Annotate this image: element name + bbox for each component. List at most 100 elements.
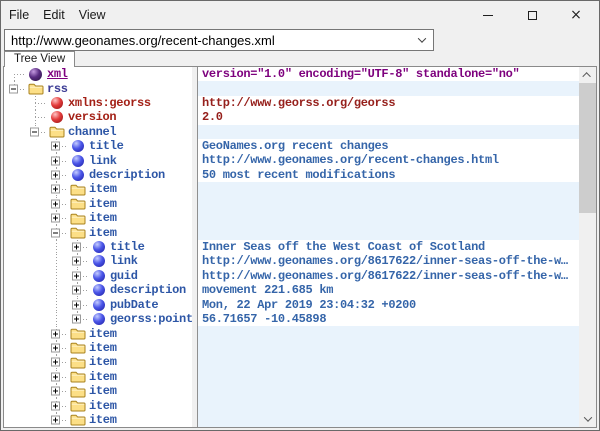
expand-toggle-plus[interactable] [72, 271, 81, 280]
expand-toggle-plus[interactable] [51, 142, 60, 151]
expand-toggle-plus[interactable] [72, 257, 81, 266]
combobox-dropdown-button[interactable] [411, 37, 433, 43]
value-row: Inner Seas off the West Coast of Scotlan… [198, 240, 579, 254]
tree-node-item[interactable]: item [4, 211, 192, 225]
expand-toggle-plus[interactable] [72, 286, 81, 295]
tree-junction [46, 225, 67, 239]
expand-toggle-plus[interactable] [51, 387, 60, 396]
tree-node-georss:point[interactable]: georss:point [4, 312, 192, 326]
tree-node-label: guid [110, 269, 138, 283]
expand-toggle-plus[interactable] [51, 343, 60, 352]
address-input[interactable] [5, 33, 411, 48]
tree-node-item[interactable]: item [4, 413, 192, 427]
tree-node-label: title [89, 139, 124, 153]
expand-toggle-plus[interactable] [51, 358, 60, 367]
menu-bar: FileEditView × [2, 2, 598, 28]
scroll-up-button[interactable] [579, 67, 596, 83]
scrollbar-thumb[interactable] [579, 83, 596, 213]
tree-node-pubDate[interactable]: pubDate [4, 298, 192, 312]
folder-icon [70, 197, 86, 210]
expand-toggle-plus[interactable] [51, 415, 60, 424]
expand-toggle-minus[interactable] [9, 84, 18, 93]
tree-node-item[interactable]: item [4, 355, 192, 369]
expand-toggle-minus[interactable] [51, 228, 60, 237]
value-row-empty [198, 370, 579, 384]
tree-node-label: item [89, 399, 117, 413]
tree-node-item[interactable]: item [4, 225, 192, 239]
expand-toggle-plus[interactable] [51, 199, 60, 208]
value-row: 50 most recent modifications [198, 168, 579, 182]
tree-node-rss[interactable]: rss [4, 81, 192, 95]
expand-toggle-plus[interactable] [51, 214, 60, 223]
tree-junction [25, 125, 46, 139]
element-ball-icon [93, 284, 105, 296]
tree-indent [4, 355, 25, 369]
tree-node-item[interactable]: item [4, 326, 192, 340]
tree-node-label: channel [68, 125, 116, 139]
tree-node-title[interactable]: title [4, 139, 192, 153]
expand-toggle-plus[interactable] [51, 329, 60, 338]
tree-node-label: link [89, 154, 117, 168]
tree-node-label: version [68, 110, 116, 124]
vertical-scrollbar[interactable] [579, 67, 596, 427]
tree-junction [25, 96, 46, 110]
expand-toggle-plus[interactable] [72, 243, 81, 252]
tree-junction [46, 413, 67, 427]
tree-indent [25, 341, 46, 355]
expand-toggle-plus[interactable] [72, 315, 81, 324]
tree-indent [25, 355, 46, 369]
value-row-empty [198, 125, 579, 139]
tree-junction [46, 211, 67, 225]
tree-node-xml[interactable]: xml [4, 67, 192, 81]
tree-indent [4, 96, 25, 110]
tree-junction [46, 182, 67, 196]
element-ball-icon [93, 270, 105, 282]
tree-node-item[interactable]: item [4, 197, 192, 211]
expand-toggle-plus[interactable] [51, 185, 60, 194]
menu-view[interactable]: View [72, 4, 113, 26]
tree-node-label: item [89, 413, 117, 427]
attribute-ball-icon [51, 97, 63, 109]
value-row: http://www.geonames.org/8617622/inner-se… [198, 254, 579, 268]
expand-toggle-plus[interactable] [72, 300, 81, 309]
tree-node-item[interactable]: item [4, 398, 192, 412]
tree-node-item[interactable]: item [4, 384, 192, 398]
tree-node-item[interactable]: item [4, 370, 192, 384]
tree-node-guid[interactable]: guid [4, 269, 192, 283]
minimize-button[interactable] [466, 2, 510, 28]
tree-node-description[interactable]: description [4, 168, 192, 182]
tree-node-link[interactable]: link [4, 254, 192, 268]
tree-node-channel[interactable]: channel [4, 125, 192, 139]
expand-toggle-plus[interactable] [51, 401, 60, 410]
tree-indent [4, 269, 25, 283]
tree-node-version[interactable]: version [4, 110, 192, 124]
address-combobox[interactable] [4, 29, 434, 51]
tree-indent [25, 197, 46, 211]
tree-node-label: georss:point [110, 312, 192, 326]
tree-node-item[interactable]: item [4, 182, 192, 196]
value-row-empty [198, 81, 579, 95]
tree-node-label: xmlns:georss [68, 96, 151, 110]
tree-node-link[interactable]: link [4, 153, 192, 167]
menu-edit[interactable]: Edit [36, 4, 72, 26]
tree-node-item[interactable]: item [4, 341, 192, 355]
expand-toggle-plus[interactable] [51, 372, 60, 381]
expand-toggle-plus[interactable] [51, 171, 60, 180]
tree-indent [25, 326, 46, 340]
tree-node-label: item [89, 341, 117, 355]
tree-node-description[interactable]: description [4, 283, 192, 297]
maximize-button[interactable] [510, 2, 554, 28]
menu-file[interactable]: File [2, 4, 36, 26]
tree-junction [46, 341, 67, 355]
tree-node-xmlns:georss[interactable]: xmlns:georss [4, 96, 192, 110]
expand-toggle-minus[interactable] [30, 127, 39, 136]
scroll-down-button[interactable] [579, 411, 596, 427]
close-button[interactable]: × [554, 2, 598, 28]
value-row-empty [198, 355, 579, 369]
tab-tree-view[interactable]: Tree View [4, 51, 75, 67]
maximize-icon [528, 11, 537, 20]
expand-toggle-plus[interactable] [51, 156, 60, 165]
value-row: 2.0 [198, 110, 579, 124]
tree-node-title[interactable]: title [4, 240, 192, 254]
tree-indent [46, 240, 67, 254]
